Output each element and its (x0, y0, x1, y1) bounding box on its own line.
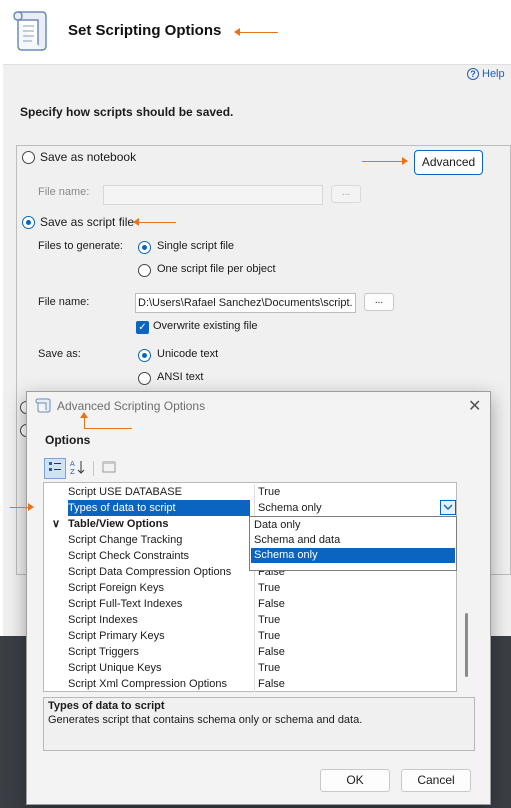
single-file-label: Single script file (157, 240, 235, 252)
ansi-radio[interactable] (138, 372, 151, 385)
table-row[interactable]: Script USE DATABASE True (44, 484, 464, 500)
property-value[interactable]: True (254, 580, 444, 596)
property-name: Script Triggers (68, 646, 139, 658)
save-as-label: Save as: (38, 348, 81, 360)
annotation-arrow (362, 161, 402, 162)
help-link[interactable]: ? Help (467, 68, 505, 80)
property-value[interactable]: True (254, 660, 444, 676)
dropdown-chevron-icon[interactable] (440, 500, 456, 515)
property-name: Script Unique Keys (68, 662, 162, 674)
property-name: Script Xml Compression Options (68, 678, 227, 690)
notebook-file-name-label: File name: (38, 186, 90, 198)
annotation-arrow (138, 222, 176, 223)
property-name: Table/View Options (68, 518, 169, 530)
property-name: Script Foreign Keys (68, 582, 164, 594)
overwrite-checkbox[interactable]: ✓ (136, 321, 149, 334)
help-label: Help (482, 68, 505, 80)
close-icon[interactable]: ✕ (468, 396, 481, 416)
property-name: Script Data Compression Options (68, 566, 232, 578)
property-name: Script Check Constraints (68, 550, 190, 562)
collapse-chevron-icon[interactable]: ∨ (48, 516, 64, 532)
annotation-arrowhead (28, 503, 34, 511)
property-value[interactable]: True (254, 628, 444, 644)
file-name-label: File name: (38, 296, 90, 308)
file-name-input[interactable]: D:\Users\Rafael Sanchez\Documents\script… (135, 293, 356, 313)
annotation-arrow (10, 507, 28, 508)
help-icon: ? (467, 68, 479, 80)
table-row[interactable]: Script Unique Keys True (44, 660, 464, 676)
script-file-radio[interactable] (22, 216, 35, 229)
ansi-label: ANSI text (157, 371, 204, 383)
table-row[interactable]: Script Indexes True (44, 612, 464, 628)
notebook-browse-button[interactable]: ... (331, 185, 361, 203)
table-row[interactable]: Script Foreign Keys True (44, 580, 464, 596)
annotation-arrow (238, 32, 278, 33)
cancel-button[interactable]: Cancel (401, 769, 471, 792)
files-to-generate-label: Files to generate: (38, 240, 123, 252)
unicode-label: Unicode text (157, 348, 219, 360)
unicode-radio[interactable] (138, 349, 151, 362)
notebook-radio[interactable] (22, 151, 35, 164)
categorized-icon[interactable] (44, 458, 66, 479)
property-pages-icon[interactable] (98, 458, 120, 479)
property-name: Script Primary Keys (68, 630, 165, 642)
svg-text:A: A (70, 460, 75, 468)
ok-button[interactable]: OK (320, 769, 390, 792)
table-row[interactable]: Script Triggers False (44, 644, 464, 660)
script-file-label: Save as script file (40, 215, 135, 229)
property-name: Script Full-Text Indexes (68, 598, 183, 610)
types-of-data-dropdown-list: Data only Schema and data Schema only (249, 516, 457, 571)
property-value[interactable]: False (254, 644, 444, 660)
property-value[interactable]: Schema only (254, 500, 444, 516)
annotation-arrowhead (402, 157, 408, 165)
svg-text:Z: Z (70, 468, 75, 475)
instruction-text: Specify how scripts should be saved. (20, 105, 234, 119)
property-value[interactable]: False (254, 596, 444, 612)
alphabetical-sort-icon[interactable]: AZ (67, 458, 89, 479)
overwrite-label: Overwrite existing file (153, 320, 258, 332)
page-title: Set Scripting Options (68, 22, 222, 39)
notebook-file-name-input[interactable] (103, 185, 323, 205)
advanced-button[interactable]: Advanced (414, 150, 483, 175)
dropdown-option-schema-only[interactable]: Schema only (251, 548, 455, 563)
property-name: Types of data to script (68, 500, 250, 516)
script-scroll-icon (35, 397, 51, 413)
dropdown-option-data-only[interactable]: Data only (251, 518, 455, 533)
table-row[interactable]: Script Xml Compression Options False (44, 676, 464, 692)
description-text: Generates script that contains schema on… (48, 714, 363, 726)
per-object-label: One script file per object (157, 263, 276, 275)
per-object-radio[interactable] (138, 264, 151, 277)
description-title: Types of data to script (48, 700, 165, 712)
property-value[interactable]: True (254, 612, 444, 628)
single-file-radio[interactable] (138, 241, 151, 254)
annotation-arrowhead (80, 412, 88, 418)
property-value[interactable]: False (254, 676, 444, 692)
dropdown-option-schema-and-data[interactable]: Schema and data (251, 533, 455, 548)
table-row[interactable]: Types of data to script Schema only (44, 500, 464, 516)
dialog-title: Advanced Scripting Options (57, 399, 206, 413)
table-row[interactable]: Script Primary Keys True (44, 628, 464, 644)
options-label: Options (45, 433, 91, 447)
script-scroll-icon (10, 6, 50, 54)
property-value[interactable]: True (254, 484, 444, 500)
property-name: Script Change Tracking (68, 534, 183, 546)
scrollbar-thumb[interactable] (465, 613, 468, 677)
notebook-label: Save as notebook (40, 150, 137, 164)
toolbar-separator (93, 461, 94, 476)
annotation-arrowhead (234, 28, 240, 36)
table-row[interactable]: Script Full-Text Indexes False (44, 596, 464, 612)
annotation-arrowhead (133, 218, 139, 226)
property-name: Script USE DATABASE (68, 486, 182, 498)
property-name: Script Indexes (68, 614, 138, 626)
browse-button[interactable]: ... (364, 293, 394, 311)
annotation-arrow (84, 428, 132, 429)
